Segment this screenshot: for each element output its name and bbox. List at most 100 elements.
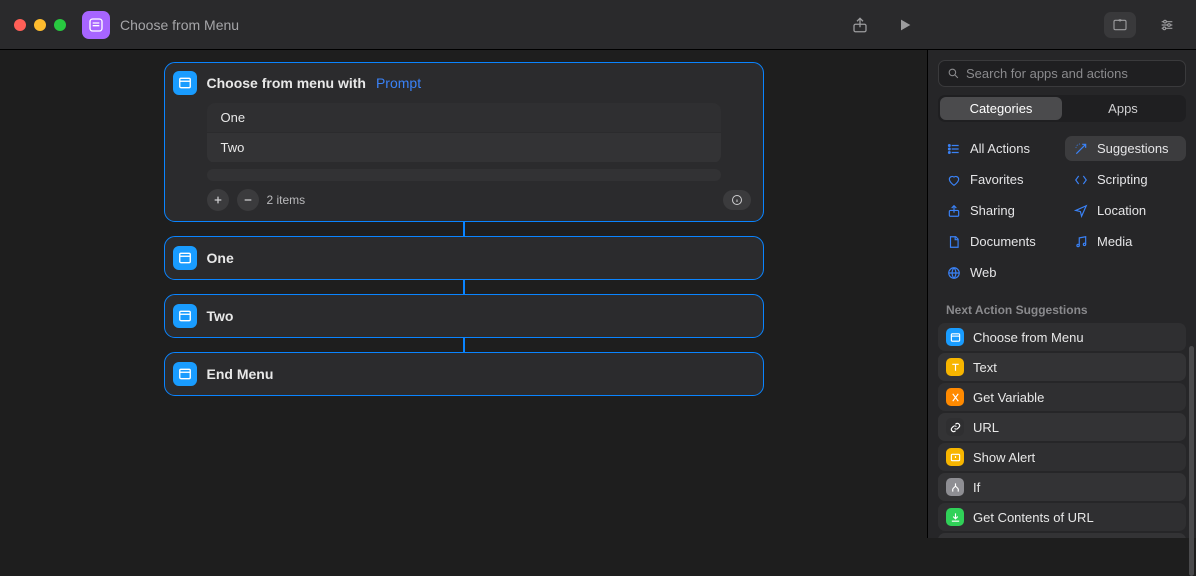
link-icon [946, 418, 964, 436]
menu-item-row[interactable]: One [207, 103, 721, 133]
suggestion-label: URL [973, 420, 999, 435]
category-label: Media [1097, 234, 1132, 249]
suggestion-label: Get Variable [973, 390, 1044, 405]
suggestion-url[interactable]: URL [938, 413, 1186, 441]
script-icon [1073, 173, 1089, 187]
add-item-button[interactable] [207, 189, 229, 211]
menu-icon [173, 246, 197, 270]
note-icon [1073, 235, 1089, 249]
category-label: Documents [970, 234, 1036, 249]
suggestion-label: Choose from Menu [973, 330, 1084, 345]
suggestions-list: Choose from Menu Text Get Variable URL Show … [928, 323, 1196, 538]
menu-icon [173, 362, 197, 386]
download-icon [946, 508, 964, 526]
location-icon [1073, 204, 1089, 218]
zoom-window-button[interactable] [54, 19, 66, 31]
share-icon [946, 204, 962, 218]
doc-icon [946, 235, 962, 249]
menu-items-list: One Two [207, 103, 721, 163]
settings-sliders-icon[interactable] [1158, 17, 1176, 33]
category-label: All Actions [970, 141, 1030, 156]
action-title-prefix: Choose from menu with [207, 75, 366, 91]
window-controls [14, 19, 66, 31]
alert-icon [946, 448, 964, 466]
sidebar-scrollbar[interactable] [1189, 346, 1194, 576]
suggestion-label: Get Contents of URL [973, 510, 1094, 525]
workflow-canvas[interactable]: Choose from menu with Prompt One Two 2 i… [0, 50, 927, 538]
tab-categories[interactable]: Categories [940, 97, 1062, 120]
suggestion-get-variable[interactable]: Get Variable [938, 383, 1186, 411]
category-suggestions[interactable]: Suggestions [1065, 136, 1186, 161]
menu-icon [173, 304, 197, 328]
library-toggle-icon[interactable] [1104, 12, 1136, 38]
shortcut-app-icon [82, 11, 110, 39]
category-location[interactable]: Location [1065, 198, 1186, 223]
close-window-button[interactable] [14, 19, 26, 31]
action-info-button[interactable] [723, 190, 751, 210]
suggestion-show-alert[interactable]: Show Alert [938, 443, 1186, 471]
case-label: One [207, 250, 234, 266]
search-placeholder: Search for apps and actions [966, 66, 1128, 81]
menu-icon [173, 71, 197, 95]
end-menu-block[interactable]: End Menu [164, 352, 764, 396]
items-footer: 2 items [207, 189, 751, 211]
menu-case-block-one[interactable]: One [164, 236, 764, 280]
category-label: Favorites [970, 172, 1023, 187]
category-label: Location [1097, 203, 1146, 218]
var-icon [946, 388, 964, 406]
toolbar-center-right [851, 16, 913, 34]
share-icon[interactable] [851, 16, 869, 34]
list-icon [946, 142, 962, 156]
category-label: Sharing [970, 203, 1015, 218]
category-sharing[interactable]: Sharing [938, 198, 1059, 223]
action-library-sidebar: Search for apps and actions Categories A… [927, 50, 1196, 538]
window-title: Choose from Menu [120, 17, 239, 33]
category-label: Scripting [1097, 172, 1148, 187]
remove-item-button[interactable] [237, 189, 259, 211]
suggestion-text[interactable]: Text [938, 353, 1186, 381]
library-tabs: Categories Apps [938, 95, 1186, 122]
branch-icon [946, 478, 964, 496]
suggestion-if[interactable]: If [938, 473, 1186, 501]
category-media[interactable]: Media [1065, 229, 1186, 254]
menu-case-block-two[interactable]: Two [164, 294, 764, 338]
toolbar-sidebar-controls [913, 12, 1182, 38]
category-grid: All Actions Suggestions Favorites Scripting… [928, 132, 1196, 295]
suggestion-label: If [973, 480, 980, 495]
menu-item-placeholder-row[interactable] [207, 169, 721, 181]
item-count-label: 2 items [267, 193, 306, 207]
suggestion-ask-for-input[interactable]: Ask for Input [938, 533, 1186, 538]
run-icon[interactable] [897, 17, 913, 33]
category-favorites[interactable]: Favorites [938, 167, 1059, 192]
end-menu-label: End Menu [207, 366, 274, 382]
category-label: Web [970, 265, 997, 280]
category-web[interactable]: Web [938, 260, 1059, 285]
flow-connector [463, 222, 465, 236]
suggestion-choose-from-menu[interactable]: Choose from Menu [938, 323, 1186, 351]
menu-icon [946, 328, 964, 346]
search-input[interactable]: Search for apps and actions [938, 60, 1186, 87]
action-header: Choose from menu with Prompt [165, 63, 763, 103]
globe-icon [946, 266, 962, 280]
choose-from-menu-action[interactable]: Choose from menu with Prompt One Two 2 i… [164, 62, 764, 222]
search-icon [947, 67, 960, 80]
suggestion-get-contents-of-url[interactable]: Get Contents of URL [938, 503, 1186, 531]
suggestions-section-title: Next Action Suggestions [928, 295, 1196, 323]
suggestion-label: Text [973, 360, 997, 375]
category-label: Suggestions [1097, 141, 1169, 156]
case-label: Two [207, 308, 234, 324]
text-icon [946, 358, 964, 376]
tab-apps[interactable]: Apps [1062, 97, 1184, 120]
flow-connector [463, 280, 465, 294]
prompt-parameter-token[interactable]: Prompt [376, 75, 421, 91]
minimize-window-button[interactable] [34, 19, 46, 31]
category-documents[interactable]: Documents [938, 229, 1059, 254]
wand-icon [1073, 142, 1089, 156]
suggestion-label: Show Alert [973, 450, 1035, 465]
category-scripting[interactable]: Scripting [1065, 167, 1186, 192]
titlebar: Choose from Menu [0, 0, 1196, 50]
menu-item-row[interactable]: Two [207, 133, 721, 163]
heart-icon [946, 173, 962, 187]
flow-connector [463, 338, 465, 352]
category-all-actions[interactable]: All Actions [938, 136, 1059, 161]
